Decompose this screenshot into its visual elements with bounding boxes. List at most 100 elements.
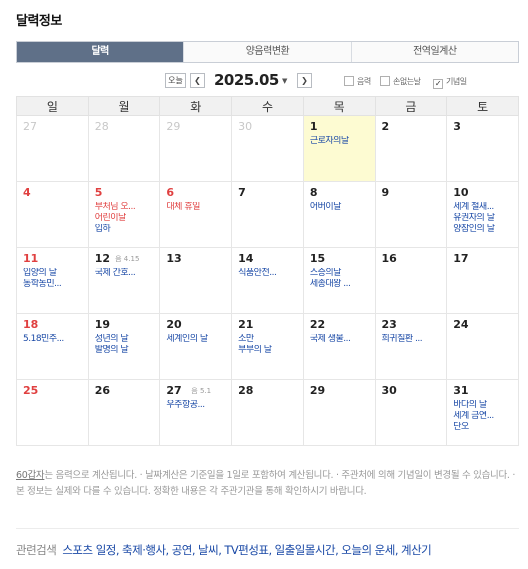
calendar-day-cell[interactable]: 27 음 5.1 우주항공... [159,379,233,446]
calendar-event[interactable]: 부처님 오... [95,202,160,213]
calendar-day-cell[interactable]: 30 [231,115,304,182]
calendar-event[interactable]: 바다의 날 [453,400,518,411]
chevron-right-icon[interactable]: ❯ [297,73,312,88]
day-number: 31 [453,384,469,397]
calendar-day-cell[interactable]: 19 성년의 날 발명의 날 [87,313,161,380]
day-number: 28 [94,120,109,133]
calendar-day-cell[interactable]: 27 [16,115,89,182]
related-search-link[interactable]: 날씨 [198,543,219,557]
day-number: 20 [166,318,182,331]
no-evil-day-option[interactable]: 손없는날 [380,76,421,87]
calendar-day-cell[interactable]: 30 [374,379,448,446]
calendar-event[interactable]: 소만 [238,334,303,345]
calendar-day-cell[interactable]: 9 [374,181,448,248]
calendar-day-cell[interactable]: 28 [87,115,161,182]
today-button[interactable]: 오늘 [165,73,186,88]
calendar-day-cell[interactable]: 10 세계 철새... 유권자의 날 양잠인의 날 [446,181,519,248]
related-search-link[interactable]: 스포츠 일정 [62,543,116,557]
calendar-day-cell[interactable]: 8 어버이날 [302,181,376,248]
calendar-day-cell[interactable]: 16 [374,247,448,314]
calendar-event[interactable]: 근로자의날 [310,136,375,147]
anniversary-option-label: 기념일 [446,77,467,86]
weekday-wed: 수 [231,96,304,116]
calendar-event[interactable]: 대체 휴일 [166,202,231,213]
tab-discharge-calculator[interactable]: 전역일계산 [350,42,518,62]
calendar-event[interactable]: 세계 철새... [453,202,518,213]
calendar-day-cell[interactable]: 15 스승의날 세종대왕 ... [302,247,376,314]
related-search-link[interactable]: TV편성표 [224,543,269,557]
anniversary-option[interactable]: ✓ 기념일 [433,76,467,89]
calendar-day-cell[interactable]: 31 바다의 날 세계 금연... 단오 [446,379,519,446]
calendar-day-cell[interactable]: 1 근로자의날 [302,115,376,182]
related-search-link[interactable]: 일출일몰시간 [275,543,336,557]
calendar-day-cell[interactable]: 6 대체 휴일 [159,181,233,248]
calendar-event[interactable]: 국제 생물... [310,334,375,345]
calendar-day-cell[interactable]: 2 [374,115,448,182]
lunar-option[interactable]: 음력 [344,76,371,87]
calendar-day-cell[interactable]: 12 음 4.15 국제 간호... [87,247,161,314]
calendar-day-cell[interactable]: 7 [231,181,304,248]
calendar-event[interactable]: 입양의 날 [23,268,88,279]
anniversary-checkbox[interactable]: ✓ [433,79,443,89]
no-evil-day-checkbox[interactable] [380,76,390,86]
calendar-event[interactable]: 세계 금연... [453,411,518,422]
calendar-day-cell[interactable]: 13 [159,247,233,314]
calendar-event[interactable]: 식품안전... [238,268,303,279]
calendar-event[interactable]: 부부의 날 [238,345,303,356]
calendar-event[interactable]: 세계인의 날 [166,334,231,345]
chevron-left-icon[interactable]: ❮ [190,73,205,88]
calendar-day-cell[interactable]: 17 [446,247,519,314]
calendar-day-cell[interactable]: 4 [16,181,89,248]
calendar-day-cell[interactable]: 24 [446,313,519,380]
weekday-sat: 토 [446,96,519,116]
calendar-day-cell[interactable]: 3 [446,115,519,182]
calendar-event[interactable]: 양잠인의 날 [453,224,518,235]
related-search-link[interactable]: 오늘의 운세 [341,543,395,557]
weekday-sun: 일 [16,96,89,116]
day-number: 14 [238,252,254,265]
calendar-event[interactable]: 어린이날 [95,213,160,224]
calendar-event[interactable]: 스승의날 [310,268,375,279]
related-search-link[interactable]: 계산기 [401,543,432,557]
calendar-notes: 60갑자는 음력으로 계산됩니다. · 날짜계산은 기준일을 1일로 포함하여 … [16,468,519,500]
calendar-day-cell[interactable]: 20 세계인의 날 [159,313,233,380]
weekday-header: 일 월 화 수 목 금 토 [16,96,519,116]
calendar-day-cell[interactable]: 18 5.18민주... [16,313,89,380]
lunar-checkbox[interactable] [344,76,354,86]
calendar-day-cell[interactable]: 26 [87,379,161,446]
calendar-day-cell[interactable]: 25 [16,379,89,446]
calendar-event[interactable]: 우주항공... [166,400,231,411]
caret-down-icon[interactable]: ▼ [282,77,287,85]
calendar-week: 4 5 부처님 오... 어린이날 입하 6 대체 휴일 7 8 어버이날 9 10 세계 철새... 유… [16,181,519,248]
current-month[interactable]: 2025.05 [214,71,279,89]
calendar-event[interactable]: 유권자의 날 [453,213,518,224]
calendar-day-cell[interactable]: 5 부처님 오... 어린이날 입하 [87,181,161,248]
sexagenary-cycle-link[interactable]: 60갑자 [16,470,45,481]
calendar-event[interactable]: 세종대왕 ... [310,279,375,290]
calendar-event[interactable]: 5.18민주... [23,334,88,345]
related-search-link[interactable]: 축제·행사 [122,543,166,557]
calendar-day-cell[interactable]: 11 입양의 날 동학농민... [16,247,89,314]
calendar-day-cell[interactable]: 14 식품안전... [231,247,304,314]
calendar-event[interactable]: 입하 [95,224,160,235]
calendar-week: 11 입양의 날 동학농민... 12 음 4.15 국제 간호... 13 14 식품안전..… [16,247,519,314]
calendar-event[interactable]: 동학농민... [23,279,88,290]
tab-lunar-conversion[interactable]: 양음력변환 [183,42,351,62]
related-search-link[interactable]: 공연 [172,543,193,557]
calendar-day-cell[interactable]: 29 [302,379,376,446]
calendar-event[interactable]: 성년의 날 [95,334,160,345]
calendar-event[interactable]: 희귀질환 ... [382,334,447,345]
no-evil-day-option-label: 손없는날 [393,77,421,86]
tab-calendar[interactable]: 달력 [17,42,184,62]
calendar-event[interactable]: 단오 [453,422,518,433]
calendar-day-cell[interactable]: 23 희귀질환 ... [374,313,448,380]
calendar-day-cell[interactable]: 29 [159,115,233,182]
day-number: 25 [23,384,39,397]
calendar-day-cell[interactable]: 28 [231,379,304,446]
calendar-event[interactable]: 어버이날 [310,202,375,213]
calendar-day-cell[interactable]: 22 국제 생물... [302,313,376,380]
calendar-day-cell[interactable]: 21 소만 부부의 날 [231,313,304,380]
calendar-event[interactable]: 국제 간호... [95,268,160,279]
day-number: 5 [94,186,103,199]
calendar-event[interactable]: 발명의 날 [95,345,160,356]
